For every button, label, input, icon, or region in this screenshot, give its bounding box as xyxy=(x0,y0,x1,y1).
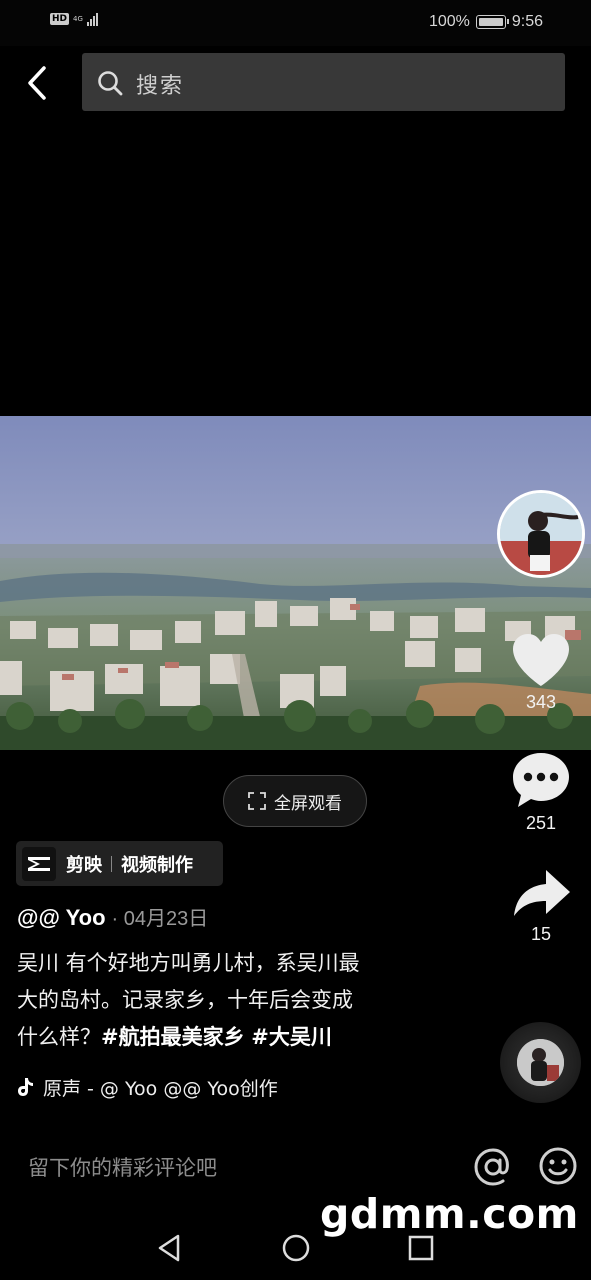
clock: 9:56 xyxy=(511,13,543,30)
nav-recents-icon[interactable] xyxy=(401,1228,441,1268)
post-caption: 吴川 有个好地方叫勇儿村，系吴川最 大的岛村。记录家乡，十年后会变成 什么样？#… xyxy=(17,945,437,1056)
nav-back-icon[interactable] xyxy=(150,1228,190,1268)
system-nav-bar xyxy=(0,1210,591,1280)
status-left: HD 4G xyxy=(50,12,98,26)
status-right: 100% 9:56 xyxy=(429,13,543,31)
signal-icon xyxy=(86,12,98,26)
fullscreen-label: 全屏观看 xyxy=(274,793,342,814)
hashtag-link[interactable]: #大吴川 xyxy=(251,1025,332,1049)
post-date: · 04月23日 xyxy=(111,908,209,930)
comment-input[interactable]: 留下你的精彩评论吧 xyxy=(28,1152,448,1182)
music-note-icon xyxy=(18,1078,33,1096)
capcut-name: 剪映 xyxy=(66,854,102,876)
video-player[interactable] xyxy=(0,416,591,750)
share-arrow-icon xyxy=(514,870,570,916)
share-button[interactable]: 15 xyxy=(505,868,577,945)
caption-line-2: 大的岛村。记录家乡，十年后会变成 xyxy=(17,988,353,1012)
heart-icon xyxy=(513,634,569,686)
music-cover xyxy=(517,1039,564,1086)
search-placeholder: 搜索 xyxy=(136,74,185,99)
capcut-logo-icon xyxy=(22,846,56,881)
emoji-icon[interactable] xyxy=(538,1146,578,1186)
avatar-image xyxy=(500,493,582,575)
back-button[interactable] xyxy=(18,58,58,108)
capcut-desc: 视频制作 xyxy=(121,854,193,876)
comment-count: 251 xyxy=(525,813,557,833)
video-frame-image xyxy=(0,416,591,750)
capcut-tag[interactable]: 剪映 视频制作 xyxy=(16,841,223,886)
back-arrow-icon xyxy=(28,66,46,100)
comment-bar: 留下你的精彩评论吧 xyxy=(0,1138,591,1198)
caption-line-3-text: 什么样？ xyxy=(17,1025,101,1049)
search-icon xyxy=(98,71,123,96)
music-text: 原声 - @ Yoo @@ Yoo创作 xyxy=(43,1077,278,1100)
battery-percent: 100% xyxy=(428,13,470,30)
caption-line-1: 吴川 有个好地方叫勇儿村，系吴川最 xyxy=(17,951,360,975)
comment-bubble-icon xyxy=(513,753,569,807)
fullscreen-button[interactable]: 全屏观看 xyxy=(223,775,367,827)
caption-line-3: 什么样？#航拍最美家乡 #大吴川 xyxy=(17,1019,437,1056)
author-avatar[interactable] xyxy=(497,490,585,578)
hd-icon: HD xyxy=(50,13,70,25)
music-cover-image xyxy=(517,1039,564,1086)
status-bar: HD 4G 100% 9:56 xyxy=(0,0,591,46)
fullscreen-icon xyxy=(248,792,266,810)
nav-home-icon[interactable] xyxy=(276,1228,316,1268)
comment-button[interactable]: 251 xyxy=(505,751,577,834)
like-count: 343 xyxy=(525,692,557,712)
music-info[interactable]: 原声 - @ Yoo @@ Yoo创作 xyxy=(17,1074,313,1100)
at-mention-icon[interactable] xyxy=(472,1146,514,1188)
network-type: 4G xyxy=(73,14,83,23)
battery-icon xyxy=(475,15,509,29)
music-disc[interactable] xyxy=(500,1022,581,1103)
hashtag-link[interactable]: #航拍最美家乡 xyxy=(101,1025,245,1049)
capcut-divider xyxy=(111,855,112,872)
post-meta: @@ Yoo · 04月23日 xyxy=(17,902,208,931)
like-button[interactable]: 343 xyxy=(505,632,577,713)
author-name[interactable]: @@ Yoo xyxy=(17,905,106,931)
top-bar: 搜索 xyxy=(0,46,591,120)
search-input[interactable]: 搜索 xyxy=(82,53,565,111)
share-count: 15 xyxy=(530,924,552,944)
